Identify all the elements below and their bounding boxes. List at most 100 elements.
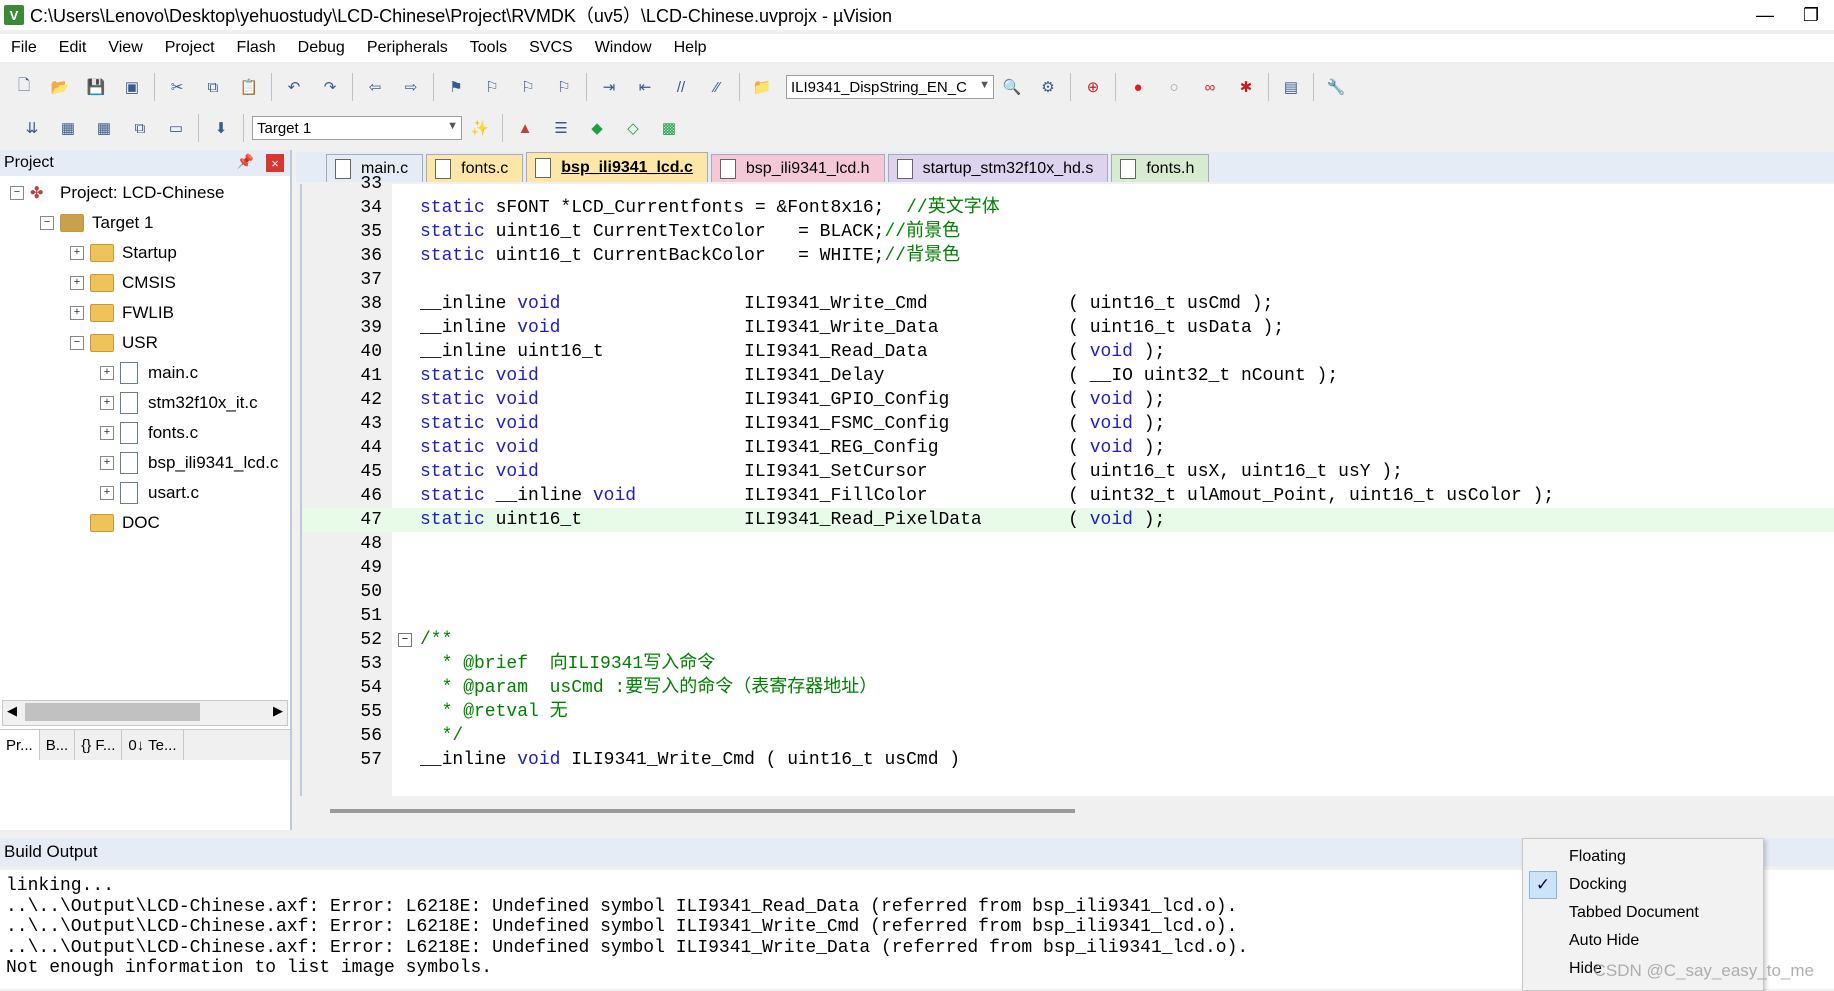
clear-bookmarks-icon[interactable]: ⚐ (551, 74, 577, 100)
scroll-right-icon[interactable]: ▶ (273, 703, 283, 719)
expand-icon[interactable]: + (70, 276, 84, 290)
find-combo-value: ILI9341_DispString_EN_C (791, 78, 967, 96)
menu-svcs[interactable]: SVCS (518, 39, 584, 57)
pin-icon[interactable]: 📌 (237, 153, 254, 170)
comment-icon[interactable]: // (668, 74, 694, 100)
fold-collapse-icon[interactable]: − (398, 633, 412, 647)
open-file-icon[interactable]: 📂 (47, 74, 73, 100)
navigate-forward-icon[interactable]: ⇨ (398, 74, 424, 100)
menu-peripherals[interactable]: Peripherals (356, 39, 459, 57)
target-combo[interactable]: Target 1 ▼ (252, 116, 462, 140)
code-token: __inline (420, 294, 518, 314)
tree-item[interactable]: + Startup (70, 240, 177, 266)
tree-item[interactable]: + stm32f10x_it.c (100, 390, 258, 416)
tree-item[interactable]: + bsp_ili9341_lcd.c (100, 450, 278, 476)
expand-icon[interactable]: + (100, 396, 114, 410)
code-token: ILI9341_FSMC_Config ( (538, 414, 1090, 434)
menu-help[interactable]: Help (663, 39, 718, 57)
target-combo-value: Target 1 (257, 119, 312, 137)
menu-tools[interactable]: Tools (459, 39, 518, 57)
unindent-icon[interactable]: ⇤ (632, 74, 658, 100)
paste-icon[interactable]: 📋 (236, 74, 262, 100)
find-in-files-icon[interactable]: 📁 (749, 74, 775, 100)
file-icon (120, 392, 138, 414)
tree-item[interactable]: + main.c (100, 360, 198, 386)
minimize-button[interactable]: — (1742, 0, 1788, 30)
find-icon[interactable]: 🔍 (999, 74, 1025, 100)
manage-multi-project-icon[interactable]: ☰ (548, 115, 574, 141)
select-software-packs-icon[interactable]: ◇ (620, 115, 646, 141)
code-editor[interactable]: 33 34 static sFONT *LCD_Currentfonts = &Fo… (300, 174, 1834, 796)
tree-item[interactable]: + FWLIB (70, 300, 174, 326)
disable-breakpoint-icon[interactable]: ○ (1161, 74, 1187, 100)
find-combo[interactable]: ILI9341_DispString_EN_C ▼ (786, 75, 994, 99)
tree-item[interactable]: − ✤ Project: LCD-Chinese (10, 180, 224, 206)
expand-icon[interactable]: + (70, 306, 84, 320)
collapse-icon[interactable]: − (10, 186, 24, 200)
expand-icon[interactable]: + (70, 246, 84, 260)
tree-item[interactable]: + usart.c (100, 480, 199, 506)
code-text: static void ILI9341_Delay ( __IO uint32_… (420, 364, 1338, 388)
scrollbar-thumb[interactable] (25, 703, 200, 721)
bookmark-icon[interactable]: ⚑ (443, 74, 469, 100)
menu-file[interactable]: File (0, 39, 48, 57)
menu-flash[interactable]: Flash (226, 39, 287, 57)
menu-debug[interactable]: Debug (287, 39, 356, 57)
download-load-icon[interactable]: ⬇ (208, 115, 234, 141)
undo-icon[interactable]: ↶ (281, 74, 307, 100)
target-options-icon[interactable]: ✨ (467, 115, 493, 141)
project-hscrollbar[interactable]: ◀ ▶ (2, 700, 288, 726)
save-all-icon[interactable]: ▣ (119, 74, 145, 100)
redo-icon[interactable]: ↷ (317, 74, 343, 100)
uncomment-icon[interactable]: ⁄⁄ (704, 74, 730, 100)
debug-session-icon[interactable]: ⊕ (1080, 74, 1106, 100)
expand-icon[interactable]: + (100, 426, 114, 440)
tree-item[interactable]: + fonts.c (100, 420, 198, 446)
incremental-find-icon[interactable]: ⚙ (1035, 74, 1061, 100)
tab-templates[interactable]: 0↓ Te... (122, 730, 184, 760)
copy-icon[interactable]: ⧉ (200, 74, 226, 100)
scroll-left-icon[interactable]: ◀ (7, 703, 17, 719)
tree-item[interactable]: − Target 1 (40, 210, 153, 236)
menu-window[interactable]: Window (584, 39, 663, 57)
collapse-icon[interactable]: − (70, 336, 84, 350)
indent-icon[interactable]: ⇥ (596, 74, 622, 100)
kill-all-breakpoints-icon[interactable]: ✱ (1233, 74, 1259, 100)
menu-edit[interactable]: Edit (48, 39, 98, 57)
prev-bookmark-icon[interactable]: ⚐ (479, 74, 505, 100)
translate-icon[interactable]: ⇊ (19, 115, 45, 141)
menu-project[interactable]: Project (154, 39, 226, 57)
configure-icon[interactable]: 🔧 (1323, 74, 1349, 100)
editor-hscrollbar[interactable] (330, 809, 1075, 813)
rebuild-icon[interactable]: ▦ (91, 115, 117, 141)
expand-icon[interactable]: + (100, 366, 114, 380)
next-bookmark-icon[interactable]: ⚐ (515, 74, 541, 100)
tree-item[interactable]: DOC (70, 510, 160, 536)
tree-item[interactable]: + CMSIS (70, 270, 176, 296)
insert-breakpoint-icon[interactable]: ● (1125, 74, 1151, 100)
tab-books[interactable]: B... (40, 730, 76, 760)
restore-button[interactable]: ❐ (1788, 0, 1834, 30)
batch-build-icon[interactable]: ⧉ (127, 115, 153, 141)
tree-item[interactable]: − USR (70, 330, 158, 356)
collapse-icon[interactable]: − (40, 216, 54, 230)
tab-functions[interactable]: {} F... (75, 730, 123, 760)
navigate-back-icon[interactable]: ⇦ (362, 74, 388, 100)
build-icon[interactable]: ▦ (55, 115, 81, 141)
disable-all-breakpoints-icon[interactable]: ∞ (1197, 74, 1223, 100)
save-icon[interactable]: 💾 (83, 74, 109, 100)
menu-view[interactable]: View (97, 39, 153, 57)
new-file-icon[interactable]: 🗋 (11, 74, 37, 100)
stop-build-icon[interactable]: ▭ (163, 115, 189, 141)
cut-icon[interactable]: ✂ (164, 74, 190, 100)
manage-project-items-icon[interactable]: ▲ (512, 115, 538, 141)
toolbar-separator (198, 114, 199, 142)
window-layout-icon[interactable]: ▤ (1278, 74, 1304, 100)
expand-icon[interactable]: + (100, 456, 114, 470)
expand-icon[interactable]: + (100, 486, 114, 500)
manage-run-time-environment-icon[interactable]: ◆ (584, 115, 610, 141)
pack-installer-icon[interactable]: ▩ (656, 115, 682, 141)
close-icon[interactable]: × (266, 154, 284, 172)
tab-project[interactable]: Pr... (0, 730, 40, 760)
line-number: 36 (360, 246, 382, 266)
